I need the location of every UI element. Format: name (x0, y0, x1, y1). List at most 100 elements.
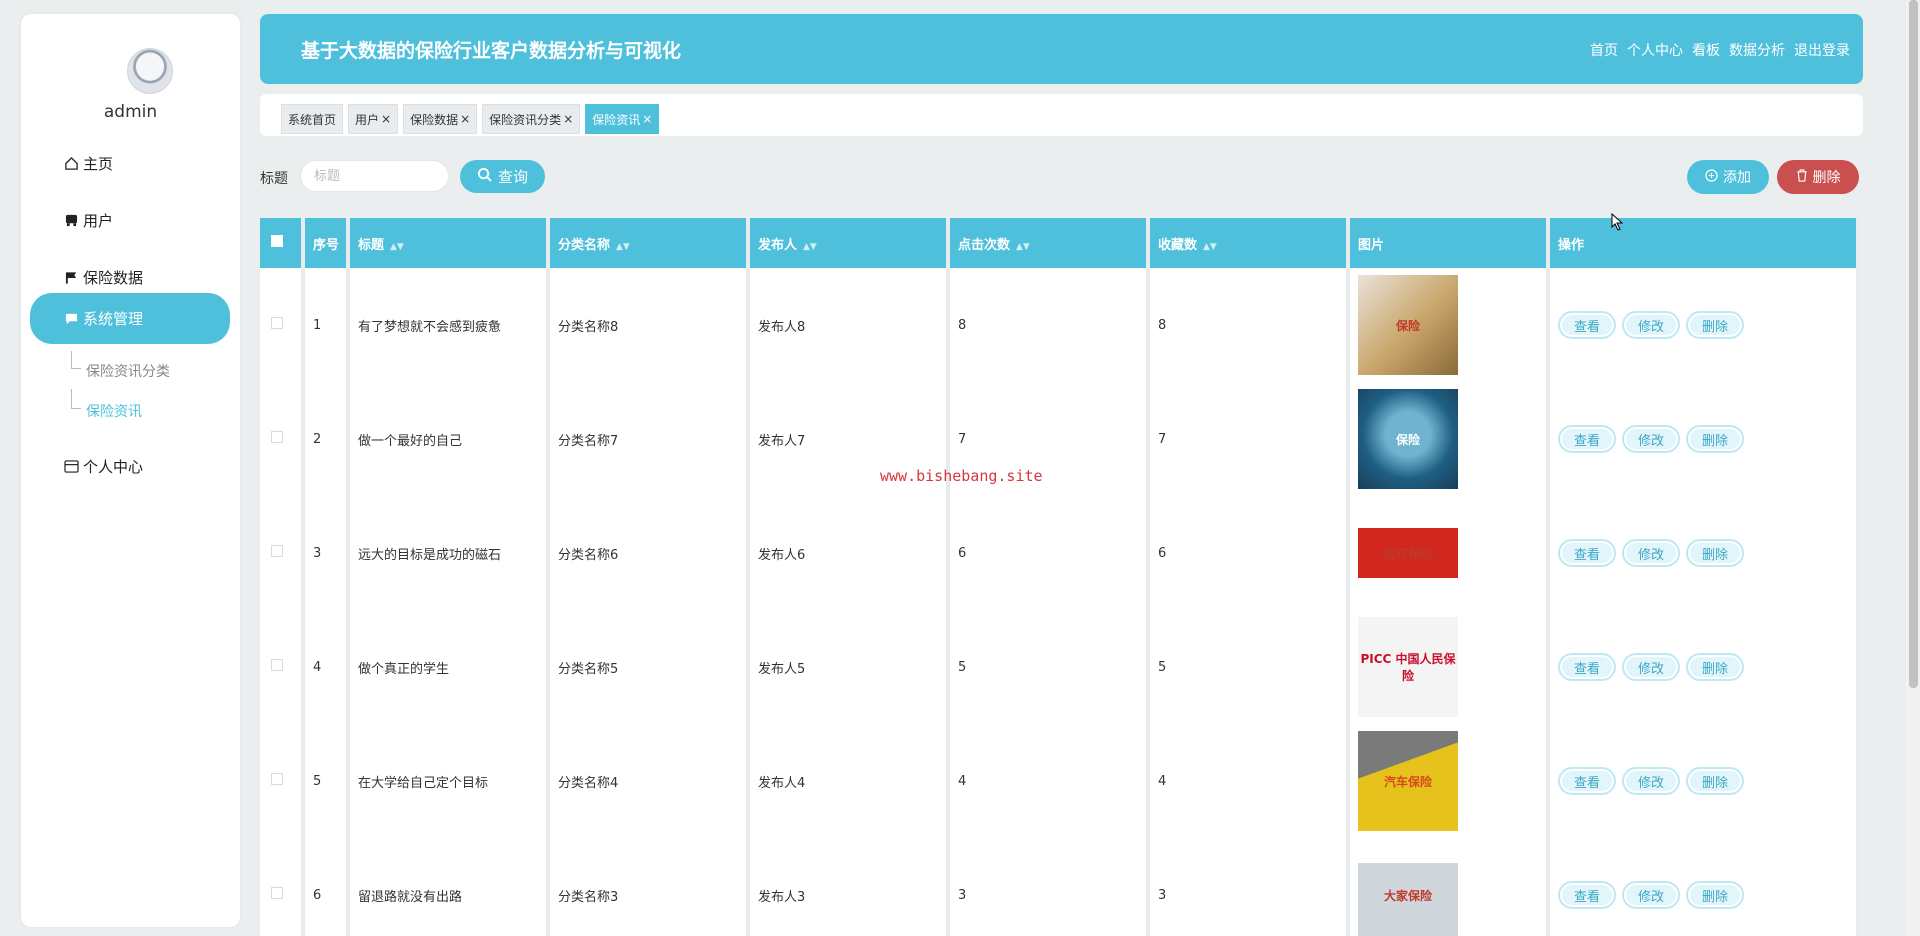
cell-select[interactable] (260, 610, 305, 724)
news-thumbnail[interactable]: 保险 (1358, 389, 1458, 489)
view-button[interactable]: 查看 (1558, 425, 1616, 453)
row-checkbox[interactable] (271, 887, 283, 899)
sidebar-subitem-news-category[interactable]: 保险资讯分类 (86, 361, 170, 381)
sidebar-subitem-news[interactable]: 保险资讯 (86, 401, 142, 421)
close-icon[interactable]: × (642, 112, 652, 126)
news-thumbnail[interactable]: 大家保险 (1358, 845, 1458, 936)
news-thumbnail[interactable]: 汽车保险 (1358, 731, 1458, 831)
cell-image: 大家保险 (1350, 838, 1550, 936)
header-clicks[interactable]: 点击次数 ▲▼ (950, 218, 1150, 268)
sidebar-item-profile[interactable]: 个人中心 (30, 441, 230, 492)
close-icon[interactable]: × (381, 112, 391, 126)
edit-button[interactable]: 修改 (1622, 881, 1680, 909)
header-link-home[interactable]: 首页 (1590, 40, 1618, 60)
cell-category: 分类名称6 (550, 496, 750, 610)
header-title[interactable]: 标题 ▲▼ (350, 218, 550, 268)
trash-icon (1796, 168, 1808, 186)
edit-button[interactable]: 修改 (1622, 767, 1680, 795)
cell-publisher: 发布人6 (750, 496, 950, 610)
edit-button[interactable]: 修改 (1622, 653, 1680, 681)
header-link-dashboard[interactable]: 看板 (1692, 40, 1720, 60)
header-nav: 首页 个人中心 看板 数据分析 退出登录 (1590, 40, 1850, 60)
cell-actions: 查看 修改 删除 (1550, 724, 1860, 838)
sidebar-item-system-management[interactable]: 系统管理 (30, 293, 230, 344)
sort-icon[interactable]: ▲▼ (1016, 242, 1030, 252)
select-all-checkbox[interactable] (271, 235, 283, 247)
cell-clicks: 5 (950, 610, 1150, 724)
cell-actions: 查看 修改 删除 (1550, 496, 1860, 610)
delete-button[interactable]: 删除 (1686, 311, 1744, 339)
cell-title: 做一个最好的自己 (350, 382, 550, 496)
query-button[interactable]: 查询 (460, 160, 545, 193)
delete-button-label: 删除 (1812, 170, 1841, 186)
edit-button[interactable]: 修改 (1622, 425, 1680, 453)
cell-select[interactable] (260, 496, 305, 610)
row-checkbox[interactable] (271, 773, 283, 785)
news-thumbnail[interactable]: PICC 中国人民保险 (1358, 617, 1458, 717)
view-button[interactable]: 查看 (1558, 539, 1616, 567)
view-button[interactable]: 查看 (1558, 311, 1616, 339)
table-row: 6 留退路就没有出路 分类名称3 发布人3 3 3 大家保险 查看 修改 删除 (260, 838, 1860, 936)
search-icon (477, 167, 492, 186)
view-button[interactable]: 查看 (1558, 881, 1616, 909)
tab-insurance-data[interactable]: 保险数据 × (403, 104, 478, 134)
title-search-input[interactable] (300, 160, 449, 192)
edit-button[interactable]: 修改 (1622, 311, 1680, 339)
sort-icon[interactable]: ▲▼ (390, 242, 404, 252)
row-checkbox[interactable] (271, 431, 283, 443)
view-button[interactable]: 查看 (1558, 767, 1616, 795)
header-link-profile[interactable]: 个人中心 (1627, 40, 1683, 60)
home-icon (63, 156, 79, 172)
cell-category: 分类名称7 (550, 382, 750, 496)
row-checkbox[interactable] (271, 545, 283, 557)
header-favorites[interactable]: 收藏数 ▲▼ (1150, 218, 1350, 268)
header-link-analysis[interactable]: 数据分析 (1729, 40, 1785, 60)
delete-button[interactable]: 删除 (1686, 881, 1744, 909)
tab-news-category[interactable]: 保险资讯分类 × (482, 104, 581, 134)
header-category[interactable]: 分类名称 ▲▼ (550, 218, 750, 268)
cell-no: 6 (305, 838, 350, 936)
header-link-logout[interactable]: 退出登录 (1794, 40, 1850, 60)
cell-category: 分类名称3 (550, 838, 750, 936)
header-publisher[interactable]: 发布人 ▲▼ (750, 218, 950, 268)
tab-news[interactable]: 保险资讯 × (585, 104, 660, 134)
cell-title: 有了梦想就不会感到疲惫 (350, 268, 550, 382)
tab-system-home[interactable]: 系统首页 (281, 104, 344, 134)
cell-select[interactable] (260, 724, 305, 838)
cell-select[interactable] (260, 268, 305, 382)
batch-delete-button[interactable]: 删除 (1777, 160, 1859, 194)
scrollbar-thumb[interactable] (1909, 0, 1918, 688)
sort-icon[interactable]: ▲▼ (1203, 242, 1217, 252)
row-checkbox[interactable] (271, 659, 283, 671)
table-row: 5 在大学给自己定个目标 分类名称4 发布人4 4 4 汽车保险 查看 修改 删… (260, 724, 1860, 838)
add-button[interactable]: 添加 (1687, 160, 1769, 194)
sidebar-item-label: 个人中心 (83, 458, 144, 476)
cell-publisher: 发布人5 (750, 610, 950, 724)
sort-icon[interactable]: ▲▼ (803, 242, 817, 252)
cell-select[interactable] (260, 382, 305, 496)
delete-button[interactable]: 删除 (1686, 539, 1744, 567)
edit-button[interactable]: 修改 (1622, 539, 1680, 567)
delete-button[interactable]: 删除 (1686, 425, 1744, 453)
tab-label: 用户 (355, 112, 380, 127)
cell-clicks: 8 (950, 268, 1150, 382)
header-label: 标题 (358, 237, 385, 253)
sidebar-item-user[interactable]: 用户 (30, 195, 230, 246)
query-button-label: 查询 (497, 168, 528, 186)
cell-actions: 查看 修改 删除 (1550, 382, 1860, 496)
sort-icon[interactable]: ▲▼ (616, 242, 630, 252)
close-icon[interactable]: × (563, 112, 573, 126)
news-thumbnail[interactable]: 保险 (1358, 275, 1458, 375)
row-checkbox[interactable] (271, 317, 283, 329)
cell-category: 分类名称8 (550, 268, 750, 382)
page-title: 基于大数据的保险行业客户数据分析与可视化 (301, 40, 682, 62)
sidebar-item-home[interactable]: 主页 (30, 138, 230, 189)
view-button[interactable]: 查看 (1558, 653, 1616, 681)
cell-select[interactable] (260, 838, 305, 936)
tab-user[interactable]: 用户 × (348, 104, 399, 134)
close-icon[interactable]: × (460, 112, 470, 126)
news-thumbnail[interactable]: 医疗保险 (1358, 503, 1458, 603)
header-select-all[interactable] (260, 218, 305, 268)
delete-button[interactable]: 删除 (1686, 653, 1744, 681)
delete-button[interactable]: 删除 (1686, 767, 1744, 795)
